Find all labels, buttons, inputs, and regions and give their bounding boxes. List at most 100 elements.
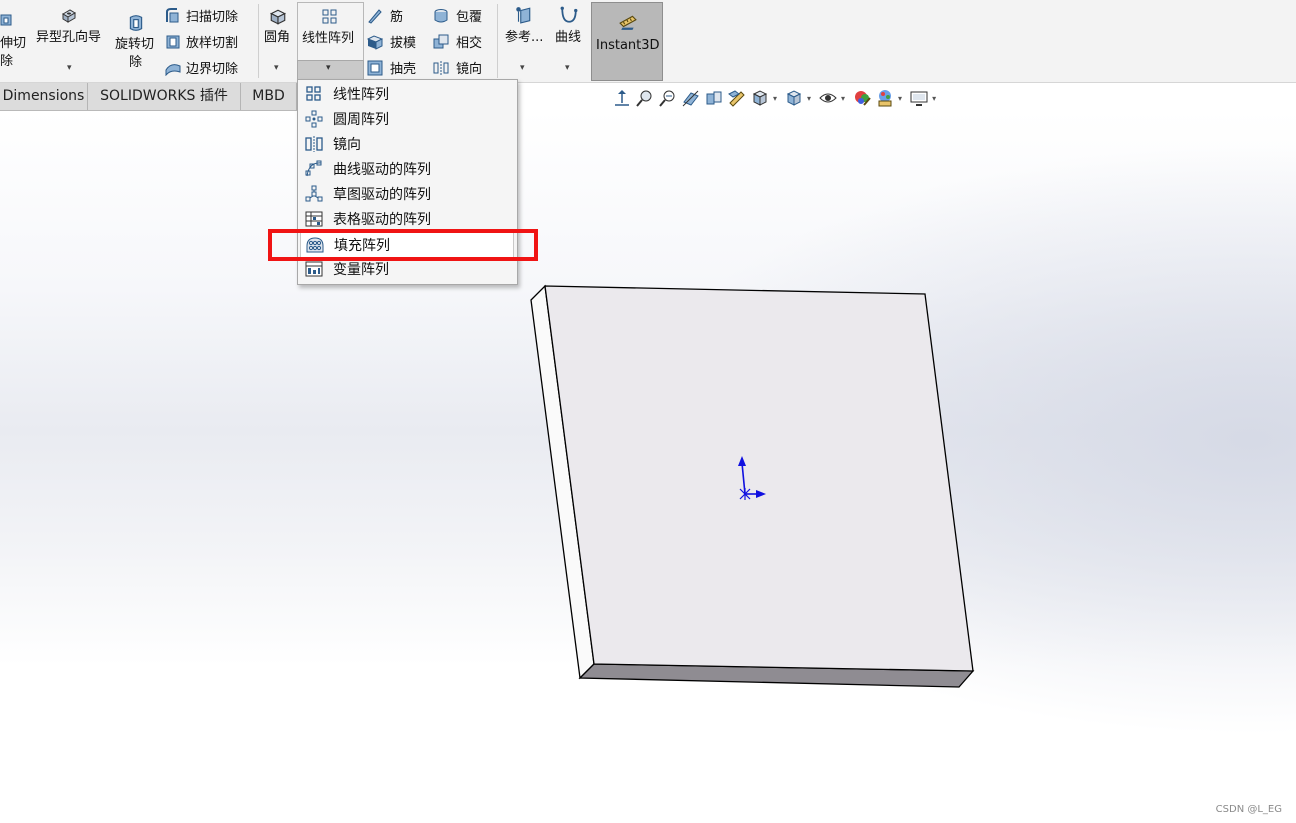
linear-pattern-button[interactable]: 线性阵列 [297,2,364,61]
fillet-icon [269,9,287,25]
ribbon-separator [258,4,259,78]
zoom-to-fit-icon[interactable] [612,88,632,108]
zoom-to-area-icon[interactable] [635,88,655,108]
command-manager-ribbon: 伸切 除 异型孔向导 ▾ 旋转切 除 扫描切除 放样切割 边界切除 圆角 ▾ 线… [0,0,1296,83]
instant3d-label: Instant3D [596,38,660,53]
section-view-icon[interactable] [681,88,701,108]
shell-button[interactable]: 抽壳 [367,58,416,77]
linear-pattern-dropdown-button[interactable]: ▾ [297,60,364,80]
watermark: CSDN @L_EG [1215,804,1282,815]
chevron-down-icon[interactable]: ▾ [807,94,811,103]
command-manager-tabs: Dimensions SOLIDWORKS 插件 MBD [0,83,300,111]
linear-pattern-label: 线性阵列 [302,31,355,46]
lofted-cut-icon [166,35,180,48]
chevron-down-icon: ▾ [326,63,331,73]
wrap-icon [434,8,448,22]
curves-label: 曲线 [555,30,582,45]
apply-scene-icon[interactable] [875,88,895,108]
extruded-cut-label-1: 伸切 [0,36,27,51]
heads-up-view-toolbar: ▾ ▾ ▾ ▾ ▾ [612,86,940,110]
mirror-icon [305,135,323,152]
reference-geometry-icon [516,7,531,24]
ribbon-separator [497,4,498,78]
fillet-label: 圆角 [264,30,291,45]
view-settings-icon[interactable] [909,88,929,108]
reference-geometry-label: 参考... [505,30,544,45]
lofted-cut-button[interactable]: 放样切割 [165,32,238,51]
menu-item-circular-pattern[interactable]: 圆周阵列 [298,106,517,131]
instant3d-icon [619,15,637,30]
intersect-label: 相交 [456,36,483,51]
wrap-label: 包覆 [456,10,483,25]
highlight-annotation-box [268,229,538,261]
circular-pattern-icon [305,110,323,127]
chevron-down-icon[interactable]: ▾ [773,94,777,103]
reference-dropdown-arrow[interactable]: ▾ [520,63,525,73]
shell-icon [367,60,383,75]
previous-view-icon[interactable] [658,88,678,108]
curves-dropdown-arrow[interactable]: ▾ [565,63,570,73]
menu-item-label: 草图驱动的阵列 [333,186,431,203]
menu-item-label: 变量阵列 [333,261,389,278]
mirror-button[interactable]: 镜向 [433,58,482,77]
boundary-cut-label: 边界切除 [186,62,239,77]
swept-cut-button[interactable]: 扫描切除 [165,6,238,25]
intersect-button[interactable]: 相交 [433,32,482,51]
revolved-cut-icon [129,15,143,31]
tab-solidworks-addins[interactable]: SOLIDWORKS 插件 [88,83,241,110]
variable-pattern-icon [305,261,323,276]
part-model[interactable] [0,0,1296,823]
mirror-icon [433,60,449,75]
menu-item-sketch-driven-pattern[interactable]: 草图驱动的阵列 [298,181,517,206]
sketch-driven-pattern-icon [305,185,323,201]
hole-wizard-icon [62,9,76,23]
menu-item-mirror[interactable]: 镜向 [298,131,517,156]
hole-wizard-dropdown-arrow[interactable]: ▾ [67,63,72,73]
table-driven-pattern-icon [305,211,323,226]
curves-icon [560,6,578,23]
instant3d-button[interactable]: Instant3D [591,2,663,81]
rib-button[interactable]: 筋 [367,6,403,25]
boundary-cut-button[interactable]: 边界切除 [165,58,238,77]
curve-driven-pattern-icon [305,160,322,176]
menu-item-label: 表格驱动的阵列 [333,211,431,228]
tab-dimensions[interactable]: Dimensions [0,83,88,110]
view-orientation-icon[interactable] [727,88,747,108]
extruded-cut-label-2: 除 [0,54,14,69]
dynamic-annotation-icon[interactable] [704,88,724,108]
tab-mbd[interactable]: MBD [241,83,297,110]
linear-pattern-icon [322,9,337,24]
revolved-cut-label-1: 旋转切 [115,37,155,52]
shell-label: 抽壳 [390,62,417,77]
menu-item-linear-pattern[interactable]: 线性阵列 [298,81,517,106]
chevron-down-icon[interactable]: ▾ [932,94,936,103]
lofted-cut-label: 放样切割 [186,36,239,51]
display-style-icon[interactable] [750,88,770,108]
intersect-icon [433,34,449,48]
hide-show-items-icon[interactable] [818,88,838,108]
fillet-dropdown-arrow[interactable]: ▾ [274,63,279,73]
boundary-cut-icon [165,63,181,76]
draft-icon [367,34,383,50]
draft-button[interactable]: 拔模 [367,32,416,51]
menu-item-label: 曲线驱动的阵列 [333,161,431,178]
swept-cut-icon [166,7,179,22]
rib-icon [368,8,382,24]
view-cube-icon[interactable] [784,88,804,108]
revolved-cut-label-2: 除 [129,55,143,70]
edit-appearance-icon[interactable] [852,88,872,108]
rib-label: 筋 [390,10,404,25]
chevron-down-icon[interactable]: ▾ [841,94,845,103]
mirror-label: 镜向 [456,62,483,77]
wrap-button[interactable]: 包覆 [433,6,482,25]
menu-item-label: 镜向 [333,136,361,153]
menu-item-curve-driven-pattern[interactable]: 曲线驱动的阵列 [298,156,517,181]
extruded-cut-icon [0,14,12,26]
menu-item-label: 线性阵列 [333,86,389,103]
menu-item-label: 圆周阵列 [333,111,389,128]
part-top-face [544,285,974,672]
chevron-down-icon[interactable]: ▾ [898,94,902,103]
hole-wizard-label: 异型孔向导 [36,30,102,45]
menu-item-table-driven-pattern[interactable]: 表格驱动的阵列 [298,206,517,231]
linear-pattern-icon [306,85,321,101]
